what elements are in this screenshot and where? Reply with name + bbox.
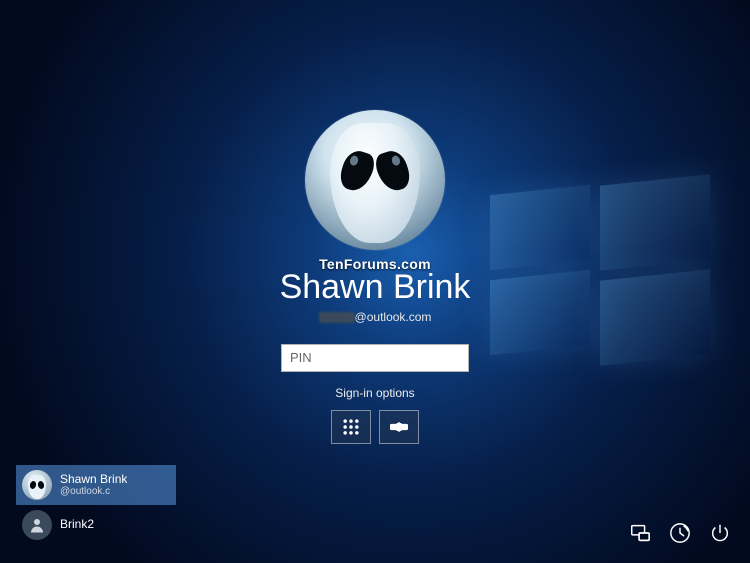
avatar [305, 110, 445, 250]
windows-logo-backdrop [490, 180, 710, 360]
login-panel: TenForums.com Shawn Brink @outlook.com S… [245, 110, 505, 444]
alien-icon [330, 123, 420, 243]
email-suffix: @outlook.com [355, 310, 432, 324]
pin-input[interactable] [281, 344, 469, 372]
signin-option-pin[interactable] [331, 410, 371, 444]
user-list-name: Shawn Brink [60, 473, 127, 486]
corner-button-row [628, 521, 732, 545]
user-switcher: Shawn Brink @outlook.c Brink2 [16, 465, 176, 545]
person-icon [28, 516, 46, 534]
signin-options-label[interactable]: Sign-in options [245, 386, 505, 400]
ease-of-access-button[interactable] [668, 521, 692, 545]
keypad-icon [341, 417, 361, 437]
password-key-icon [389, 417, 409, 437]
avatar-small-generic [22, 510, 52, 540]
power-icon [709, 522, 731, 544]
user-list-item-shawn-brink[interactable]: Shawn Brink @outlook.c [16, 465, 176, 505]
redacted-email-prefix [319, 312, 355, 323]
signin-options-row [245, 410, 505, 444]
network-button[interactable] [628, 521, 652, 545]
power-button[interactable] [708, 521, 732, 545]
user-list-sub: @outlook.c [60, 486, 127, 497]
user-full-name: Shawn Brink [245, 270, 505, 306]
network-icon [629, 522, 651, 544]
avatar-small [22, 470, 52, 500]
user-email: @outlook.com [245, 310, 505, 324]
user-list-name: Brink2 [60, 518, 94, 531]
user-list-item-brink2[interactable]: Brink2 [16, 505, 176, 545]
ease-of-access-icon [669, 522, 691, 544]
signin-option-password[interactable] [379, 410, 419, 444]
